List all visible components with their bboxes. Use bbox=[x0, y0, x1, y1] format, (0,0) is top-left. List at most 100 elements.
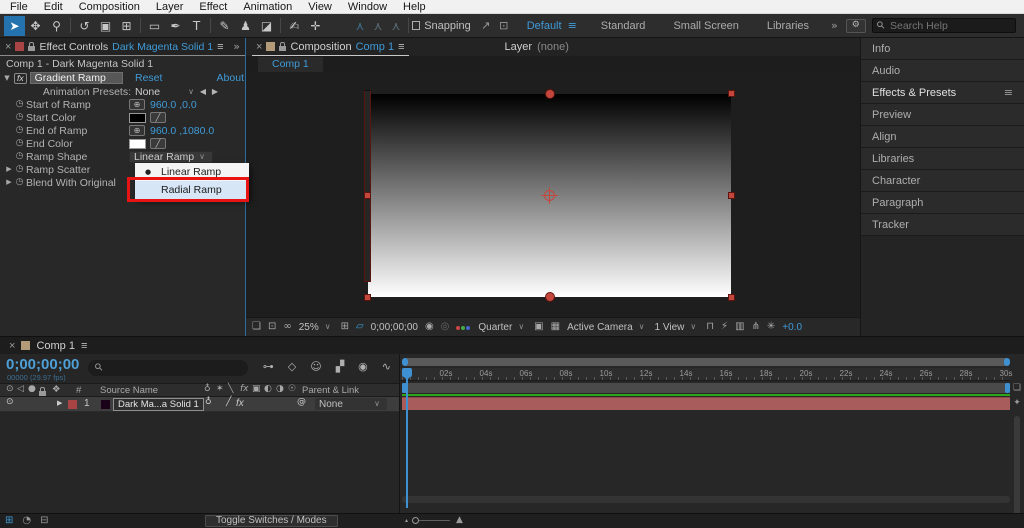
resolution-select[interactable]: Quarter∨ bbox=[478, 322, 527, 333]
start-of-ramp-point-button[interactable]: ⊕ bbox=[129, 99, 145, 110]
mini-flowchart-icon[interactable]: ⊶ bbox=[263, 361, 274, 372]
workspace-overflow-icon[interactable]: » bbox=[831, 20, 838, 31]
zoom-slider[interactable] bbox=[414, 520, 450, 521]
time-ruler[interactable]: 0s02s04s06s08s10s12s14s16s18s20s22s24s26… bbox=[400, 368, 1010, 381]
start-color-swatch[interactable] bbox=[129, 113, 146, 123]
panel-menu-icon[interactable]: ≡ bbox=[217, 41, 223, 53]
team-project-icon[interactable]: ⋏ bbox=[387, 20, 405, 32]
effect-name[interactable]: Gradient Ramp bbox=[30, 72, 123, 84]
exposure-value[interactable]: +0.0 bbox=[782, 322, 802, 333]
time-navigator[interactable] bbox=[402, 358, 1010, 366]
layer-switch-icon[interactable]: ♁ bbox=[204, 385, 211, 394]
lock-icon[interactable] bbox=[28, 46, 35, 51]
stopwatch-icon[interactable]: ◷ bbox=[13, 178, 26, 187]
layer-switch-icon[interactable]: ▣ bbox=[252, 385, 261, 394]
roto-brush-tool[interactable]: ✍ bbox=[284, 16, 305, 36]
rotation-tool[interactable]: ↺ bbox=[74, 16, 95, 36]
sidebar-panel-effects-presets[interactable]: Effects & Presets≡ bbox=[861, 82, 1024, 104]
menu-help[interactable]: Help bbox=[395, 0, 434, 14]
handle[interactable] bbox=[728, 90, 735, 97]
main-monitor-icon[interactable]: ⊡ bbox=[268, 322, 276, 332]
ramp-start-handle[interactable] bbox=[545, 89, 555, 99]
lock-column-icon[interactable] bbox=[39, 391, 46, 396]
toggle-switches-modes-button[interactable]: Toggle Switches / Modes bbox=[205, 515, 338, 527]
video-column-icon[interactable]: ⊙ bbox=[6, 385, 14, 394]
preview-time[interactable]: 0;00;00;00 bbox=[371, 322, 418, 333]
gradient-solid[interactable] bbox=[368, 94, 731, 297]
workspace-settings-icon[interactable]: ⚙ bbox=[846, 19, 866, 33]
stopwatch-icon[interactable]: ◷ bbox=[13, 100, 26, 109]
handle[interactable] bbox=[728, 294, 735, 301]
search-help-input[interactable] bbox=[890, 20, 1010, 32]
selection-tool[interactable]: ➤ bbox=[4, 16, 25, 36]
label-column-icon[interactable]: ❖ bbox=[52, 385, 61, 395]
snapping-checkbox[interactable] bbox=[412, 21, 420, 30]
flowchart-button-icon[interactable]: ⋔ bbox=[752, 322, 760, 332]
expand-in-out-icon[interactable]: ⊟ bbox=[40, 516, 48, 526]
ramp-end-handle[interactable] bbox=[545, 292, 555, 302]
composition-tab-group[interactable]: × Composition Comp 1 ≡ bbox=[252, 38, 409, 56]
motion-blur-icon[interactable]: ◉ bbox=[358, 361, 368, 372]
next-preset-icon[interactable]: ▶ bbox=[209, 88, 221, 96]
rectangle-tool[interactable]: ▭ bbox=[144, 16, 165, 36]
layer-row-1[interactable]: ⊙ ▶ 1 Dark Ma...a Solid 1 ♁ ╱ fx @ None … bbox=[0, 397, 399, 412]
horizontal-scrollbar[interactable] bbox=[402, 496, 1010, 503]
frame-blend-icon[interactable]: ▞ bbox=[336, 361, 344, 372]
comp-marker-bin-icon[interactable]: ❏ bbox=[1011, 384, 1023, 393]
menu-layer[interactable]: Layer bbox=[148, 0, 192, 14]
show-channel-icon[interactable] bbox=[456, 322, 471, 333]
brush-tool[interactable]: ✎ bbox=[214, 16, 235, 36]
menu-edit[interactable]: Edit bbox=[36, 0, 71, 14]
eye-icon[interactable]: ⊙ bbox=[6, 398, 14, 407]
handle[interactable] bbox=[364, 90, 371, 282]
parent-select[interactable]: None ∨ bbox=[315, 398, 387, 410]
type-tool[interactable]: T bbox=[186, 16, 207, 36]
sidebar-panel-tracker[interactable]: Tracker bbox=[861, 214, 1024, 236]
expand-icon[interactable]: ▶ bbox=[57, 400, 62, 407]
tab-comp-1[interactable]: Comp 1 bbox=[36, 340, 75, 352]
end-of-ramp-point-button[interactable]: ⊕ bbox=[129, 125, 145, 136]
expand-layer-switches-icon[interactable]: ⊞ bbox=[5, 516, 13, 526]
anchor-point[interactable] bbox=[544, 190, 555, 201]
audio-column-icon[interactable]: ◁ bbox=[17, 385, 24, 394]
layer-switch-icon[interactable]: ╲ bbox=[228, 385, 233, 394]
solo-column-icon[interactable]: ● bbox=[28, 385, 36, 394]
timeline-search-input[interactable] bbox=[108, 361, 228, 376]
zoom-slider-knob[interactable] bbox=[412, 517, 419, 524]
zoom-in-icon[interactable]: ▲ bbox=[456, 516, 463, 525]
always-preview-icon[interactable]: ❏ bbox=[252, 322, 261, 332]
pen-tool[interactable]: ✒ bbox=[165, 16, 186, 36]
shy-icon[interactable]: ☺ bbox=[310, 361, 321, 372]
comp-name[interactable]: Comp 1 bbox=[356, 41, 395, 53]
eyedropper-icon[interactable]: ╱ bbox=[150, 112, 166, 123]
workspace-small-screen[interactable]: Small Screen bbox=[673, 20, 738, 32]
work-area-bar[interactable] bbox=[402, 383, 1010, 393]
puppet-pin-tool[interactable]: ✛ bbox=[305, 16, 326, 36]
collapse-transformations-icon[interactable]: ♁ bbox=[205, 398, 212, 407]
zoom-tool[interactable]: ⚲ bbox=[46, 16, 67, 36]
sidebar-panel-paragraph[interactable]: Paragraph bbox=[861, 192, 1024, 214]
close-icon[interactable]: × bbox=[9, 340, 15, 352]
zoom-out-icon[interactable]: ▴ bbox=[405, 518, 408, 524]
workspace-standard[interactable]: Standard bbox=[601, 20, 646, 32]
layer-switch-icon[interactable]: ☉ bbox=[288, 385, 296, 394]
handle[interactable] bbox=[728, 192, 735, 199]
layer-switch-icon[interactable]: ◐ bbox=[264, 385, 272, 394]
sidebar-panel-character[interactable]: Character bbox=[861, 170, 1024, 192]
lock-icon[interactable] bbox=[279, 46, 286, 51]
eyedropper-icon[interactable]: ╱ bbox=[150, 138, 166, 149]
layer-switch-icon[interactable]: ◑ bbox=[276, 385, 284, 394]
workspace-default[interactable]: Default bbox=[527, 20, 562, 32]
reset-link[interactable]: Reset bbox=[135, 72, 162, 84]
search-help-box[interactable]: ⚲ bbox=[872, 18, 1016, 33]
sidebar-panel-info[interactable]: Info bbox=[861, 38, 1024, 60]
menu-animation[interactable]: Animation bbox=[235, 0, 300, 14]
layer-duration-bar[interactable] bbox=[402, 397, 1010, 410]
close-icon[interactable]: × bbox=[5, 41, 11, 53]
camera-tool[interactable]: ▣ bbox=[95, 16, 116, 36]
eraser-tool[interactable]: ◪ bbox=[256, 16, 277, 36]
handle[interactable] bbox=[364, 192, 371, 199]
stopwatch-icon[interactable]: ◷ bbox=[13, 113, 26, 122]
ramp-shape-select[interactable]: Linear Ramp∨ bbox=[129, 151, 213, 163]
about-link[interactable]: About bbox=[217, 72, 244, 84]
